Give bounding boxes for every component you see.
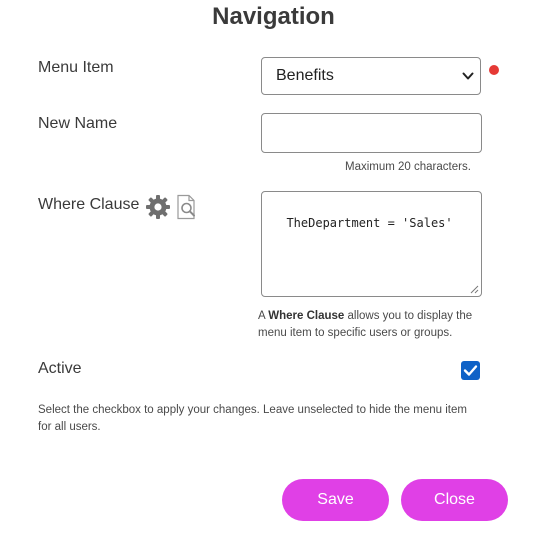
menu-item-selected-value: Benefits (276, 67, 334, 84)
where-clause-hint-line2: menu item to specific users or groups. (258, 327, 453, 339)
chevron-down-icon (462, 72, 474, 80)
where-clause-hint-rest: allows you to display the (344, 310, 473, 322)
where-clause-label: Where Clause (38, 196, 140, 213)
gear-icon[interactable] (145, 194, 171, 220)
menu-item-label: Menu Item (38, 59, 114, 76)
active-hint-line1: Select the checkbox to apply your change… (38, 404, 467, 416)
save-button[interactable]: Save (282, 479, 389, 521)
new-name-label: New Name (38, 115, 118, 132)
where-clause-hint: A Where Clause allows you to display the… (258, 308, 472, 342)
where-clause-hint-prefix: A (258, 310, 269, 322)
magnifier-document-icon[interactable] (176, 194, 200, 220)
new-name-input[interactable] (261, 113, 482, 153)
checkmark-icon (463, 365, 478, 376)
active-hint-line2: for all users. (38, 421, 101, 433)
active-checkbox[interactable] (461, 361, 480, 380)
close-button[interactable]: Close (401, 479, 508, 521)
where-clause-textarea[interactable]: TheDepartment = 'Sales' (261, 191, 482, 297)
new-name-hint: Maximum 20 characters. (345, 161, 471, 173)
menu-item-select[interactable]: Benefits (261, 57, 481, 95)
active-label: Active (38, 360, 82, 377)
where-clause-value: TheDepartment = 'Sales' (286, 216, 453, 230)
active-hint: Select the checkbox to apply your change… (38, 402, 467, 436)
where-clause-hint-bold: Where Clause (268, 310, 345, 322)
required-indicator (489, 65, 499, 75)
dialog-title: Navigation (212, 3, 335, 30)
resize-handle-icon[interactable] (470, 285, 479, 294)
